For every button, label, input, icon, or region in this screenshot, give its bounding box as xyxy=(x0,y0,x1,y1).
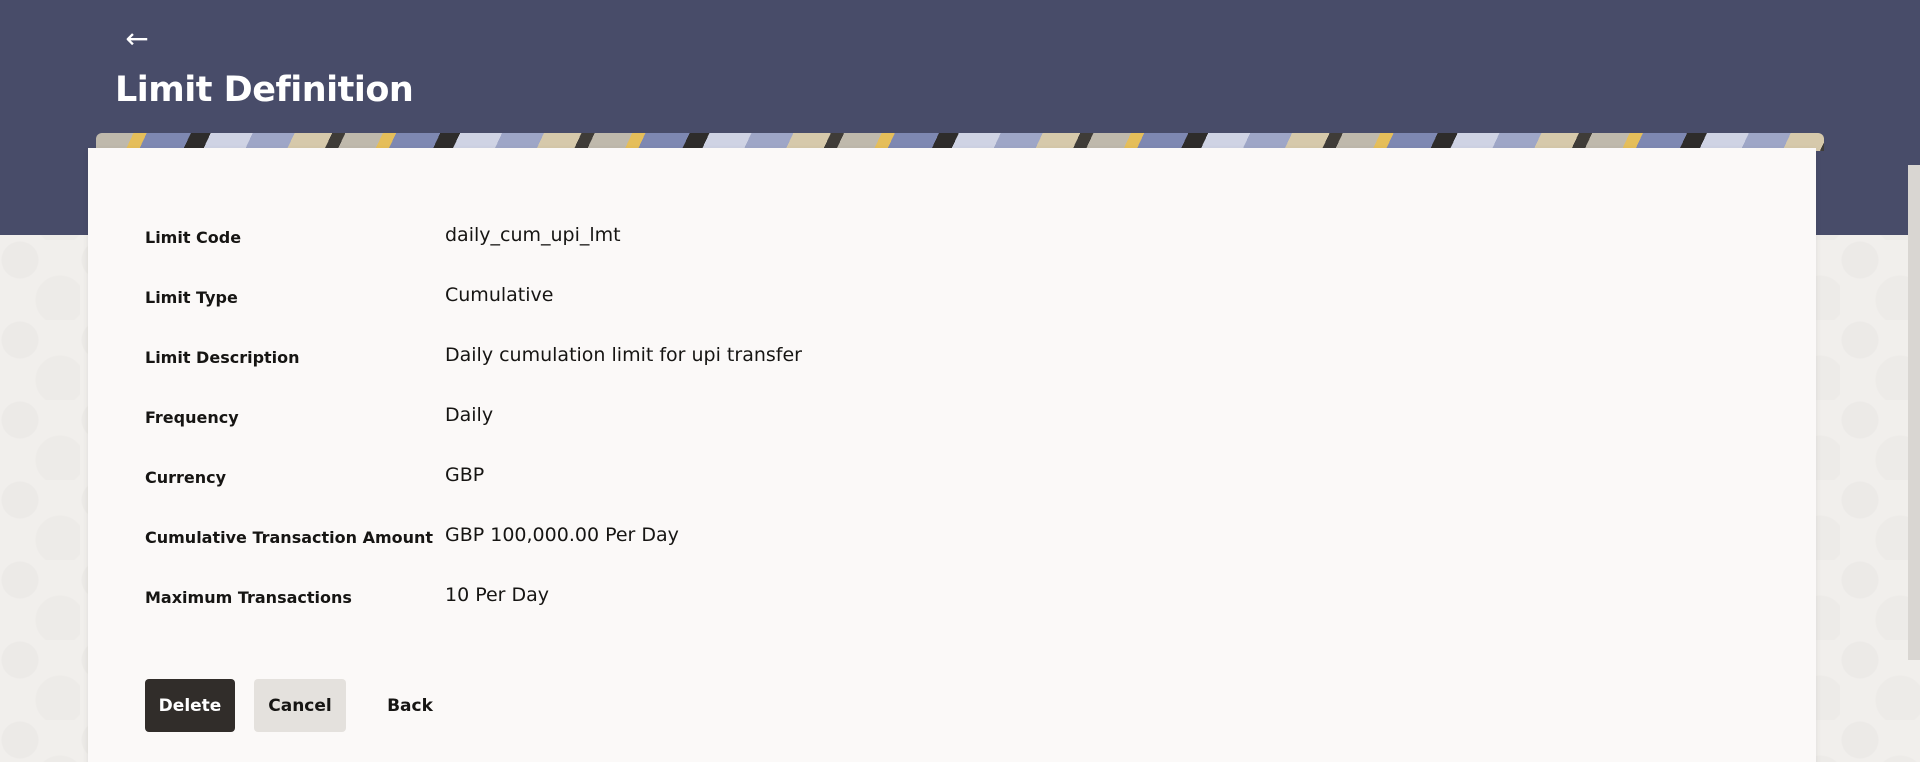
detail-label: Limit Code xyxy=(145,228,242,247)
detail-label: Limit Description xyxy=(145,348,300,367)
detail-row-maximum-transactions: Maximum Transactions 10 Per Day xyxy=(145,584,1745,608)
detail-value: Daily cumulation limit for upi transfer xyxy=(445,344,802,366)
detail-label: Cumulative Transaction Amount xyxy=(145,528,434,547)
detail-label: Limit Type xyxy=(145,288,238,307)
limit-details-card: Limit Code daily_cum_upi_lmt Limit Type … xyxy=(88,148,1816,762)
cancel-button[interactable]: Cancel xyxy=(254,679,346,732)
delete-button[interactable]: Delete xyxy=(145,679,235,732)
page-title: Limit Definition xyxy=(115,70,414,110)
back-arrow-icon[interactable]: ← xyxy=(120,22,154,56)
detail-row-limit-description: Limit Description Daily cumulation limit… xyxy=(145,344,1745,368)
page-scrollbar[interactable] xyxy=(1908,165,1920,660)
detail-value: GBP xyxy=(445,464,485,486)
detail-row-cumulative-amount: Cumulative Transaction Amount GBP 100,00… xyxy=(145,524,1745,548)
detail-value: Daily xyxy=(445,404,494,426)
detail-value: 10 Per Day xyxy=(445,584,550,606)
detail-row-limit-code: Limit Code daily_cum_upi_lmt xyxy=(145,224,1745,248)
detail-label: Currency xyxy=(145,468,227,487)
detail-row-limit-type: Limit Type Cumulative xyxy=(145,284,1745,308)
detail-row-currency: Currency GBP xyxy=(145,464,1745,488)
detail-value: GBP 100,000.00 Per Day xyxy=(445,524,679,546)
detail-value: daily_cum_upi_lmt xyxy=(445,224,621,246)
back-button[interactable]: Back xyxy=(370,679,450,732)
detail-row-frequency: Frequency Daily xyxy=(145,404,1745,428)
detail-label: Maximum Transactions xyxy=(145,588,352,607)
detail-value: Cumulative xyxy=(445,284,554,306)
detail-label: Frequency xyxy=(145,408,239,427)
